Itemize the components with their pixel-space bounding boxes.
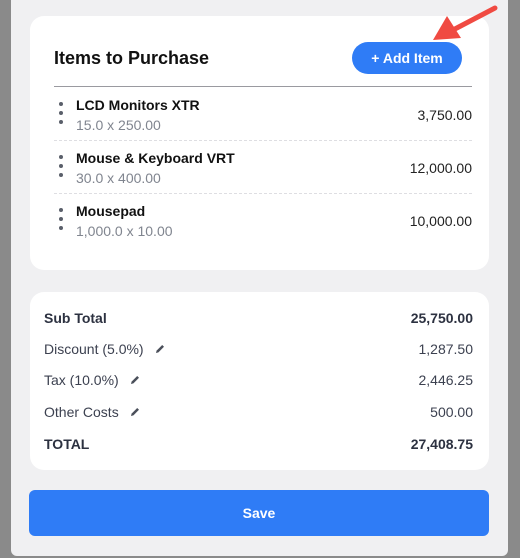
items-card: Items to Purchase + Add Item LCD Monitor…	[30, 16, 489, 270]
discount-row: Discount (5.0%) 1,287.50	[44, 341, 473, 361]
tax-label: Tax (10.0%)	[44, 372, 119, 388]
discount-value: 1,287.50	[418, 341, 474, 357]
subtotal-row: Sub Total 25,750.00	[44, 310, 473, 330]
item-amount: 3,750.00	[417, 107, 473, 123]
other-costs-value: 500.00	[430, 404, 473, 420]
drag-handle-icon[interactable]	[58, 208, 64, 230]
item-name: LCD Monitors XTR	[76, 97, 200, 113]
drag-handle-icon[interactable]	[58, 102, 64, 124]
list-item[interactable]: Mouse & Keyboard VRT 30.0 x 400.00 12,00…	[54, 141, 472, 194]
discount-label: Discount (5.0%)	[44, 341, 144, 357]
item-name: Mouse & Keyboard VRT	[76, 150, 235, 166]
item-detail: 15.0 x 250.00	[76, 117, 161, 133]
item-detail: 30.0 x 400.00	[76, 170, 161, 186]
totals-card: Sub Total 25,750.00 Discount (5.0%) 1,28…	[30, 292, 489, 470]
tax-value: 2,446.25	[418, 372, 474, 388]
list-item[interactable]: LCD Monitors XTR 15.0 x 250.00 3,750.00	[54, 88, 472, 141]
items-title: Items to Purchase	[54, 48, 210, 68]
item-name: Mousepad	[76, 203, 146, 219]
other-costs-row: Other Costs 500.00	[44, 404, 473, 424]
edit-other-costs-pencil-icon[interactable]	[129, 406, 141, 418]
other-costs-label: Other Costs	[44, 404, 119, 420]
list-item[interactable]: Mousepad 1,000.0 x 10.00 10,000.00	[54, 194, 472, 246]
subtotal-label: Sub Total	[44, 310, 107, 326]
total-label: TOTAL	[44, 436, 90, 452]
edit-tax-pencil-icon[interactable]	[129, 374, 141, 386]
save-button[interactable]: Save	[29, 490, 489, 536]
item-detail: 1,000.0 x 10.00	[76, 223, 173, 239]
add-item-button[interactable]: + Add Item	[352, 42, 462, 74]
edit-discount-pencil-icon[interactable]	[154, 343, 166, 355]
subtotal-value: 25,750.00	[410, 310, 473, 326]
drag-handle-icon[interactable]	[58, 155, 64, 177]
total-value: 27,408.75	[410, 436, 473, 452]
total-row: TOTAL 27,408.75	[44, 436, 473, 456]
annotation-arrow-icon	[433, 5, 498, 40]
purchase-panel: Items to Purchase + Add Item LCD Monitor…	[11, 0, 508, 556]
item-amount: 10,000.00	[409, 213, 472, 229]
tax-row: Tax (10.0%) 2,446.25	[44, 372, 473, 392]
item-amount: 12,000.00	[409, 160, 472, 176]
items-header: Items to Purchase + Add Item	[54, 42, 472, 87]
